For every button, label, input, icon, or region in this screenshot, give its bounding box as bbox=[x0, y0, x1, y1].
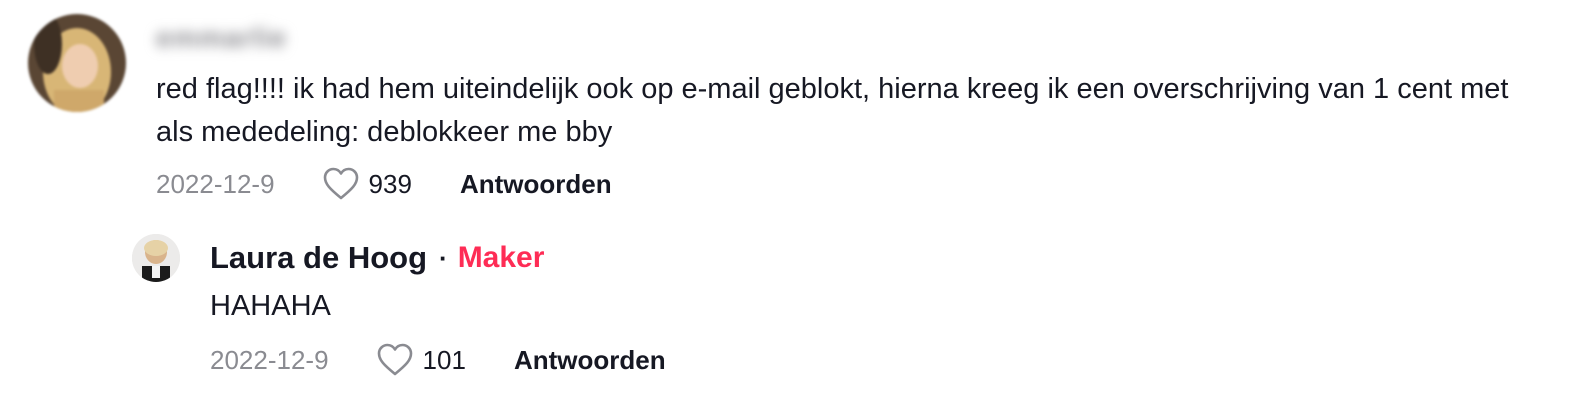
comment-thread: emmarlie red flag!!!! ik had hem uiteind… bbox=[0, 0, 1592, 400]
reply-reply-button[interactable]: Antwoorden bbox=[514, 345, 666, 376]
heart-outline-icon bbox=[377, 343, 412, 376]
reply-date: 2022-12-9 bbox=[210, 344, 329, 375]
comment-date: 2022-12-9 bbox=[156, 168, 275, 199]
reply-text: HAHAHA bbox=[210, 290, 331, 322]
comment-text: red flag!!!! ik had hem uiteindelijk ook… bbox=[156, 73, 1509, 148]
avatar-image bbox=[28, 14, 126, 112]
reply-like-count: 101 bbox=[422, 344, 466, 375]
heart-outline-icon bbox=[323, 167, 358, 200]
avatar-image bbox=[132, 234, 180, 282]
reply-author-name[interactable]: Laura de Hoog bbox=[210, 240, 427, 276]
creator-badge: Maker bbox=[457, 241, 545, 274]
reply-meta: 2022-12-9 101 Antwoorden bbox=[210, 340, 666, 380]
reply-header: Laura de Hoog · Maker bbox=[210, 236, 544, 280]
reply-like-button[interactable]: 101 bbox=[377, 343, 466, 377]
like-button[interactable]: 939 bbox=[323, 167, 412, 201]
comment-meta: 2022-12-9 939 Antwoorden bbox=[156, 164, 612, 204]
commenter-avatar[interactable] bbox=[28, 14, 126, 112]
reply-button[interactable]: Antwoorden bbox=[460, 169, 612, 200]
like-count: 939 bbox=[368, 168, 412, 199]
reply-author-avatar[interactable] bbox=[132, 234, 180, 282]
separator-dot: · bbox=[439, 242, 448, 273]
commenter-username[interactable]: emmarlie bbox=[156, 20, 287, 56]
